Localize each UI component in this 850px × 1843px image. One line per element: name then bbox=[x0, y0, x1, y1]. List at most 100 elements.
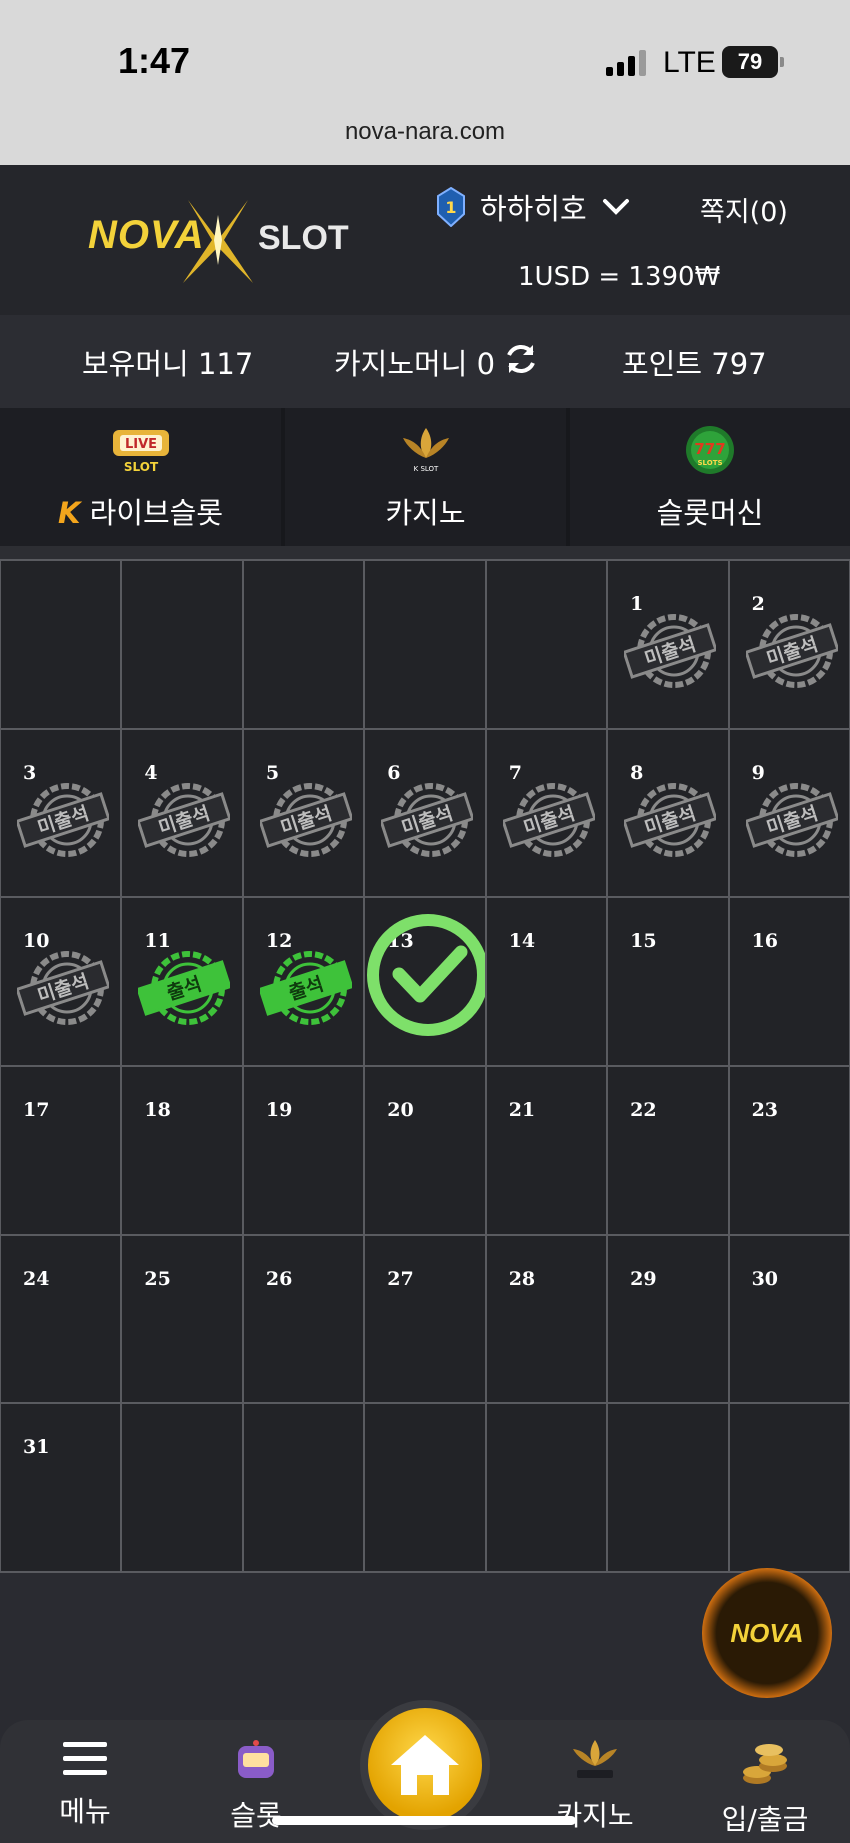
site-logo[interactable]: NOVA SLOT bbox=[88, 195, 368, 285]
svg-text:SLOT: SLOT bbox=[123, 460, 158, 474]
calendar-empty-cell bbox=[241, 1402, 366, 1573]
live-slot-icon: LIVE SLOT bbox=[112, 430, 169, 474]
url-bar[interactable]: nova-nara.com bbox=[0, 118, 850, 146]
day-number: 24 bbox=[23, 1267, 50, 1290]
calendar-day-22[interactable]: 22 bbox=[606, 1065, 730, 1236]
day-number: 19 bbox=[265, 1099, 293, 1121]
category-tabs: LIVE SLOT K 라이브슬롯 K SLOT 카지노 777 SLOTS 슬… bbox=[0, 408, 850, 546]
calendar-day-5[interactable]: 5 미출석 bbox=[241, 727, 366, 899]
absent-stamp: 미출석 bbox=[17, 951, 109, 1026]
calendar-day-9[interactable]: 9 미출석 bbox=[727, 727, 850, 899]
calendar-day-24[interactable]: 24 bbox=[0, 1233, 123, 1405]
day-number: 20 bbox=[387, 1099, 414, 1121]
calendar-day-28[interactable]: 28 bbox=[484, 1233, 609, 1405]
svg-text:777: 777 bbox=[694, 440, 725, 458]
nav-label: 카지노 bbox=[556, 1799, 634, 1832]
calendar-day-18[interactable]: 18 bbox=[120, 1065, 244, 1236]
balance-bar: 보유머니 117 카지노머니 0 포인트 797 bbox=[0, 315, 850, 408]
calendar-day-26[interactable]: 26 bbox=[241, 1233, 366, 1405]
calendar-day-7[interactable]: 7 미출석 bbox=[484, 727, 609, 899]
tab-label: 슬롯머신 bbox=[656, 496, 764, 530]
tab-slot-machine[interactable]: 777 SLOTS 슬롯머신 bbox=[570, 408, 850, 546]
calendar-empty-cell bbox=[606, 1402, 730, 1573]
calendar-day-10[interactable]: 10 미출석 bbox=[0, 896, 123, 1067]
calendar-day-2[interactable]: 2 미출석 bbox=[727, 559, 850, 730]
tab-casino[interactable]: K SLOT 카지노 bbox=[285, 408, 566, 546]
tab-label: 라이브슬롯 bbox=[89, 496, 224, 530]
calendar-day-14[interactable]: 14 bbox=[484, 896, 609, 1067]
absent-stamp: 미출석 bbox=[624, 782, 717, 857]
day-number: 15 bbox=[630, 930, 657, 953]
day-number: 30 bbox=[751, 1267, 779, 1290]
absent-stamp: 미출석 bbox=[17, 782, 109, 857]
absent-stamp: 미출석 bbox=[381, 782, 474, 857]
clock: 1:47 bbox=[118, 40, 191, 81]
calendar-day-13[interactable]: 13 bbox=[363, 896, 490, 1067]
slot-777-icon: 777 SLOTS bbox=[686, 426, 734, 474]
svg-text:LIVE: LIVE bbox=[124, 437, 156, 452]
nav-menu[interactable]: 메뉴 bbox=[25, 1738, 145, 1830]
calendar-day-31[interactable]: 31 bbox=[0, 1402, 123, 1573]
attendance-calendar: 1 미출석 2 미출석 3 미출석 4 미출석 5 미출석 6 미출석 7 미출석 8 미출석 9 미출석 10 미출… bbox=[0, 546, 850, 1573]
nav-deposit[interactable]: 입/출금 bbox=[705, 1738, 825, 1838]
calendar-day-27[interactable]: 27 bbox=[363, 1233, 487, 1405]
fab-label: NOVA bbox=[730, 1617, 804, 1648]
day-number: 23 bbox=[751, 1099, 779, 1121]
calendar-day-8[interactable]: 8 미출석 bbox=[606, 727, 730, 899]
calendar-day-19[interactable]: 19 bbox=[241, 1065, 366, 1236]
coins-icon bbox=[743, 1744, 787, 1784]
calendar-empty-cell bbox=[120, 1402, 244, 1573]
signal-icon bbox=[606, 50, 646, 76]
calendar-day-4[interactable]: 4 미출석 bbox=[120, 727, 244, 899]
nav-label: 입/출금 bbox=[721, 1803, 809, 1836]
slot-machine-icon bbox=[238, 1740, 274, 1778]
points: 포인트 797 bbox=[622, 347, 767, 381]
absent-stamp: 미출석 bbox=[502, 782, 595, 857]
calendar-day-23[interactable]: 23 bbox=[727, 1065, 850, 1236]
calendar-empty-cell bbox=[484, 1402, 609, 1573]
tab-live-slot[interactable]: LIVE SLOT K 라이브슬롯 bbox=[0, 408, 281, 546]
calendar-day-11[interactable]: 11 출석 bbox=[120, 896, 244, 1067]
present-stamp: 출석 bbox=[259, 951, 352, 1026]
calendar-day-29[interactable]: 29 bbox=[606, 1233, 730, 1405]
hamburger-icon bbox=[63, 1742, 107, 1775]
day-number: 25 bbox=[144, 1267, 171, 1290]
calendar-day-16[interactable]: 16 bbox=[727, 896, 850, 1067]
casino-lotus-icon bbox=[573, 1740, 617, 1778]
calendar-day-17[interactable]: 17 bbox=[0, 1065, 123, 1236]
present-stamp: 출석 bbox=[138, 951, 231, 1026]
calendar-day-3[interactable]: 3 미출석 bbox=[0, 727, 123, 899]
refresh-icon[interactable] bbox=[503, 341, 539, 377]
level-badge-icon: 1 bbox=[437, 187, 465, 227]
calendar-empty-cell bbox=[363, 559, 487, 730]
logo-slot-text: SLOT bbox=[258, 219, 349, 257]
calendar-day-21[interactable]: 21 bbox=[484, 1065, 609, 1236]
calendar-day-6[interactable]: 6 미출석 bbox=[363, 727, 487, 899]
exchange-rate: 1USD = 1390₩ bbox=[518, 262, 721, 292]
day-number: 31 bbox=[23, 1436, 50, 1459]
home-button[interactable] bbox=[360, 1700, 490, 1830]
nav-label: 메뉴 bbox=[59, 1795, 111, 1828]
calendar-day-1[interactable]: 1 미출석 bbox=[606, 559, 730, 730]
casino-lotus-icon: K SLOT bbox=[402, 428, 449, 473]
day-number: 16 bbox=[751, 930, 779, 953]
svg-text:SLOTS: SLOTS bbox=[697, 459, 722, 467]
calendar-empty-cell bbox=[363, 1402, 487, 1573]
absent-stamp: 미출석 bbox=[745, 614, 838, 688]
k-brand-icon: K bbox=[57, 496, 81, 530]
absent-stamp: 미출석 bbox=[138, 782, 231, 857]
nova-floating-button[interactable]: NOVA bbox=[702, 1568, 832, 1698]
absent-stamp: 미출석 bbox=[259, 782, 352, 857]
calendar-day-25[interactable]: 25 bbox=[120, 1233, 244, 1405]
user-menu[interactable]: 1 하하히호 bbox=[436, 186, 631, 228]
home-icon bbox=[391, 1735, 459, 1795]
calendar-day-15[interactable]: 15 bbox=[606, 896, 730, 1067]
username: 하하히호 bbox=[480, 192, 587, 226]
calendar-grid: 1 미출석 2 미출석 3 미출석 4 미출석 5 미출석 6 미출석 7 미출석 8 미출석 9 미출석 10 미출… bbox=[0, 559, 850, 1573]
calendar-day-12[interactable]: 12 출석 bbox=[241, 896, 366, 1067]
calendar-day-20[interactable]: 20 bbox=[363, 1065, 487, 1236]
day-number: 27 bbox=[387, 1267, 414, 1290]
messages-link[interactable]: 쪽지(0) bbox=[700, 190, 788, 229]
calendar-day-30[interactable]: 30 bbox=[727, 1233, 850, 1405]
day-number: 26 bbox=[265, 1267, 293, 1290]
